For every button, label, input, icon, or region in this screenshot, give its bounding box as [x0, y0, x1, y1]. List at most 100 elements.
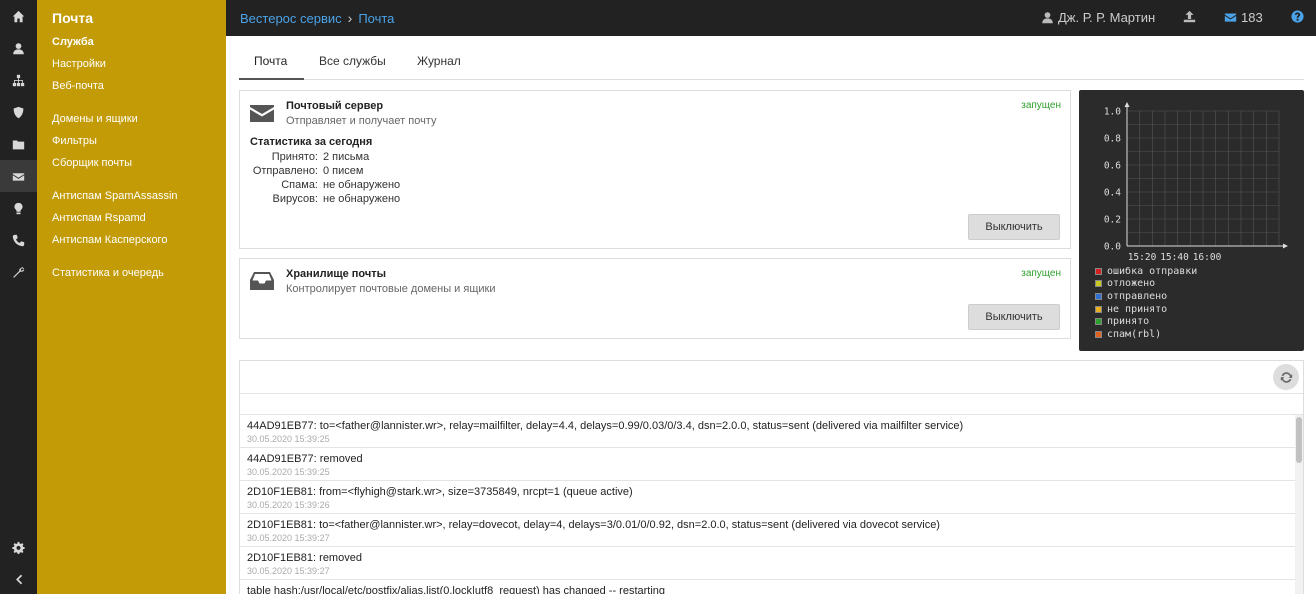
chart-x-tick-label: 16:00: [1193, 252, 1222, 263]
log-panel: 44AD91EB77: to=<father@lannister.wr>, re…: [239, 360, 1304, 594]
help-button[interactable]: [1291, 10, 1304, 23]
chart-y-tick-label: 1.0: [1104, 107, 1121, 118]
refresh-button[interactable]: [1273, 364, 1299, 390]
mail-stats-chart: 1.0 0.8 0.6 0.4 0.2 0.0 15:20 15:40 16:00 ошибка…: [1079, 90, 1304, 351]
log-scrollbar[interactable]: [1295, 415, 1303, 594]
stat-key: Спама:: [281, 179, 318, 191]
menu-item-domains[interactable]: Домены и ящики: [52, 113, 138, 125]
tab-all-services[interactable]: Все службы: [319, 54, 386, 68]
legend-label: принято: [1107, 316, 1150, 328]
envelope-icon: [250, 103, 274, 126]
service-status: запущен: [1021, 268, 1061, 279]
menu-item-settings[interactable]: Настройки: [52, 58, 106, 70]
top-header: Вестерос сервис › Почта Дж. Р. Р. Мартин…: [226, 0, 1316, 36]
inbox-icon: [250, 271, 274, 294]
breadcrumb-separator-icon: ›: [347, 10, 353, 26]
menu-item-stats-queue[interactable]: Статистика и очередь: [52, 267, 164, 279]
tab-bar: Почта Все службы Журнал: [239, 44, 1304, 80]
chevron-left-icon: [16, 574, 23, 584]
log-message: table hash:/usr/local/etc/postfix/alias.…: [247, 585, 666, 594]
service-card-mail-storage: Хранилище почты Контролирует почтовые до…: [239, 258, 1071, 339]
tab-mail[interactable]: Почта: [254, 54, 287, 68]
chart-y-arrow-icon: [1124, 102, 1130, 107]
log-list: 44AD91EB77: to=<father@lannister.wr>, re…: [240, 415, 1295, 594]
chart-legend-item: принято: [1095, 315, 1197, 328]
breadcrumb-root[interactable]: Вестерос сервис: [240, 11, 342, 26]
mail-counter[interactable]: 183: [1224, 10, 1263, 25]
rail-phone[interactable]: [0, 224, 37, 256]
menu-item-collector[interactable]: Сборщик почты: [52, 157, 132, 169]
envelope-icon: [1224, 13, 1237, 22]
log-timestamp: 30.05.2020 15:39:25: [247, 434, 330, 444]
service-description: Контролирует почтовые домены и ящики: [286, 283, 496, 295]
chart-legend-item: отложено: [1095, 278, 1197, 291]
log-message: 44AD91EB77: to=<father@lannister.wr>, re…: [247, 420, 964, 432]
active-tab-indicator: [239, 78, 304, 80]
stats-title: Статистика за сегодня: [250, 136, 373, 148]
rail-collapse[interactable]: [0, 563, 37, 594]
folder-icon: [12, 139, 25, 149]
log-timestamp: 30.05.2020 15:39:27: [247, 533, 330, 543]
service-name: Почтовый сервер: [286, 100, 384, 112]
rail-mail[interactable]: [0, 160, 37, 192]
home-icon: [12, 10, 25, 22]
rail-network[interactable]: [0, 64, 37, 96]
legend-label: отправлено: [1107, 290, 1168, 302]
menu-item-rspamd[interactable]: Антиспам Rspamd: [52, 212, 146, 224]
disable-mail-storage-button[interactable]: Выключить: [968, 304, 1060, 330]
rail-users[interactable]: [0, 32, 37, 64]
log-scrollbar-thumb[interactable]: [1296, 417, 1302, 463]
log-message: 2D10F1EB81: removed: [247, 552, 362, 564]
log-entry[interactable]: 2D10F1EB81: to=<father@lannister.wr>, re…: [240, 514, 1295, 547]
chart-legend-item: отправлено: [1095, 290, 1197, 303]
stat-value: 2 письма: [323, 151, 370, 163]
log-entry[interactable]: 2D10F1EB81: from=<flyhigh@stark.wr>, siz…: [240, 481, 1295, 514]
user-icon: [13, 42, 24, 54]
chart-legend-item: ошибка отправки: [1095, 265, 1197, 278]
stat-value: 0 писем: [323, 165, 364, 177]
refresh-icon: [1280, 371, 1292, 383]
menu-item-webmail[interactable]: Веб-почта: [52, 80, 104, 92]
rail-security[interactable]: [0, 96, 37, 128]
menu-item-spamassassin[interactable]: Антиспам SpamAssassin: [52, 190, 178, 202]
mail-count: 183: [1241, 10, 1263, 25]
legend-swatch: [1095, 267, 1102, 275]
legend-label: не принято: [1107, 303, 1168, 315]
rail-settings[interactable]: [0, 531, 37, 563]
chart-y-tick-label: 0.8: [1104, 134, 1121, 145]
breadcrumb-current[interactable]: Почта: [358, 11, 394, 26]
rail-files[interactable]: [0, 128, 37, 160]
legend-label: ошибка отправки: [1107, 265, 1198, 277]
log-entry[interactable]: 44AD91EB77: to=<father@lannister.wr>, re…: [240, 415, 1295, 448]
upload-button[interactable]: [1183, 10, 1196, 23]
log-entry[interactable]: 2D10F1EB81: removed 30.05.2020 15:39:27: [240, 547, 1295, 580]
log-entry[interactable]: 44AD91EB77: removed 30.05.2020 15:39:25: [240, 448, 1295, 481]
legend-swatch: [1095, 318, 1102, 326]
user-menu[interactable]: Дж. Р. Р. Мартин: [1041, 10, 1155, 25]
service-status: запущен: [1021, 100, 1061, 111]
gear-icon: [12, 541, 25, 554]
chart-x-arrow-icon: [1283, 243, 1288, 249]
stat-key: Отправлено:: [252, 165, 318, 177]
log-filter-row: [240, 394, 1303, 415]
rail-ideas[interactable]: [0, 192, 37, 224]
tab-journal[interactable]: Журнал: [417, 54, 461, 68]
menu-item-service[interactable]: Служба: [52, 36, 94, 48]
chart-legend-item: не принято: [1095, 303, 1197, 316]
chart-plot: 1.0 0.8 0.6 0.4 0.2 0.0 15:20 15:40 16:00: [1104, 102, 1288, 263]
service-name: Хранилище почты: [286, 268, 387, 280]
upload-icon: [1183, 10, 1196, 23]
legend-swatch: [1095, 292, 1102, 300]
wrench-icon: [13, 266, 25, 278]
stat-value: не обнаружено: [323, 179, 401, 191]
log-entry[interactable]: table hash:/usr/local/etc/postfix/alias.…: [240, 580, 1295, 594]
lightbulb-icon: [14, 202, 23, 214]
rail-tools[interactable]: [0, 256, 37, 288]
rail-home[interactable]: [0, 0, 37, 32]
menu-item-filters[interactable]: Фильтры: [52, 135, 97, 147]
disable-mail-server-button[interactable]: Выключить: [968, 214, 1060, 240]
stat-row-sent: Отправлено: 0 писем: [240, 165, 640, 179]
stat-row-viruses: Вирусов: не обнаружено: [240, 193, 640, 207]
shield-icon: [13, 106, 24, 118]
menu-item-kaspersky[interactable]: Антиспам Касперского: [52, 234, 167, 246]
